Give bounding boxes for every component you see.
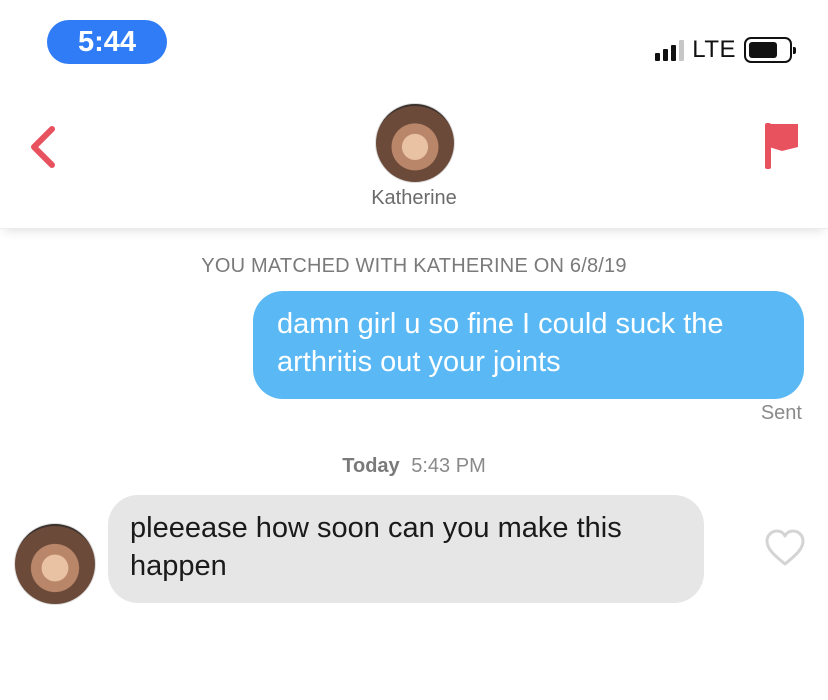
- match-avatar[interactable]: [375, 103, 455, 183]
- report-button[interactable]: [762, 121, 802, 171]
- chat-screen: 5:44 LTE Katherine YOU MATCHED WITH KATH…: [0, 0, 828, 700]
- timestamp-day: Today: [342, 455, 400, 477]
- sender-avatar[interactable]: [14, 523, 96, 605]
- status-time: 5:44: [47, 20, 167, 64]
- outgoing-message-bubble[interactable]: damn girl u so fine I could suck the art…: [253, 291, 804, 399]
- status-indicators: LTE: [655, 36, 796, 64]
- message-timestamp: Today 5:43 PM: [0, 455, 828, 478]
- match-name[interactable]: Katherine: [0, 187, 828, 210]
- back-button[interactable]: [24, 123, 64, 171]
- match-notice: YOU MATCHED WITH KATHERINE ON 6/8/19: [201, 255, 627, 277]
- incoming-message-bubble[interactable]: pleeease how soon can you make this happ…: [108, 495, 704, 603]
- timestamp-time: 5:43 PM: [411, 455, 486, 477]
- heart-outline-icon: [765, 529, 805, 566]
- chevron-left-icon: [31, 126, 55, 168]
- sent-status: Sent: [760, 402, 802, 424]
- conversation-header: Katherine: [0, 95, 828, 229]
- outgoing-message-text: damn girl u so fine I could suck the art…: [277, 308, 724, 378]
- flag-icon: [765, 123, 798, 169]
- like-message-button[interactable]: [764, 528, 806, 568]
- network-label: LTE: [692, 36, 736, 63]
- battery-icon: [744, 37, 796, 63]
- signal-icon: [655, 39, 685, 61]
- incoming-message-text: pleeease how soon can you make this happ…: [130, 512, 622, 582]
